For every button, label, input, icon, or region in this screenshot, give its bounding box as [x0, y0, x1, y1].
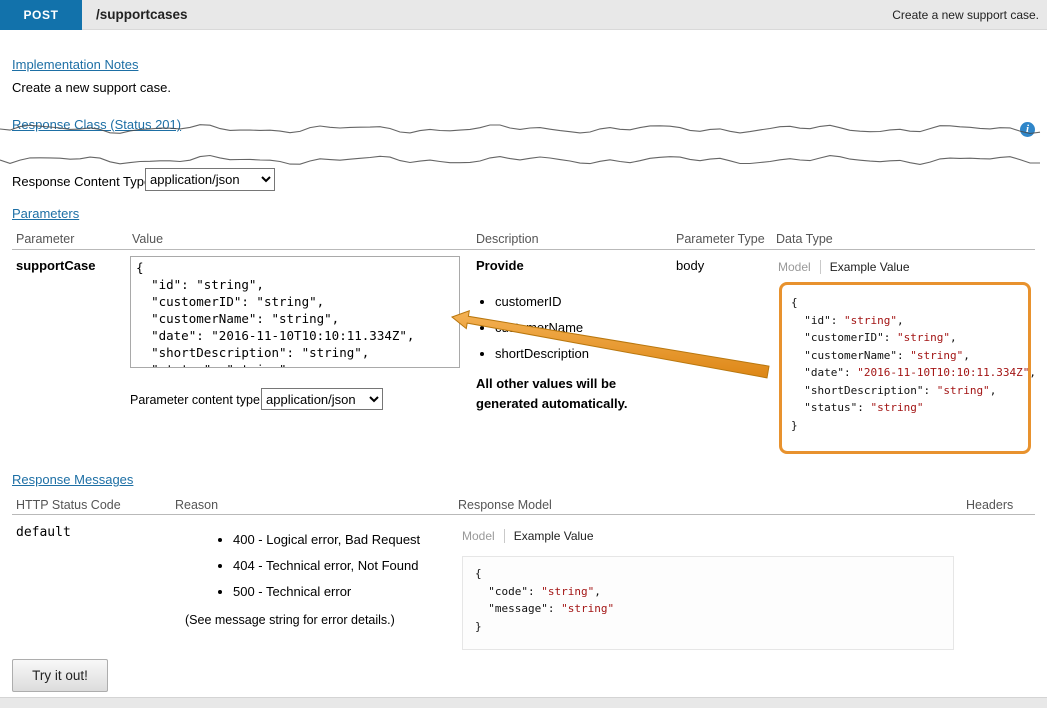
swagger-operation-page: POST /supportcases Create a new support …: [0, 0, 1047, 708]
column-header-http-status-code: HTTP Status Code: [16, 498, 121, 512]
description-note: All other values will be generated autom…: [476, 374, 654, 413]
info-icon[interactable]: i: [1020, 122, 1035, 137]
list-item: 500 - Technical error: [233, 584, 420, 599]
parameter-content-type-select[interactable]: application/json: [261, 388, 383, 410]
implementation-notes-heading[interactable]: Implementation Notes: [12, 57, 138, 72]
list-item: 404 - Technical error, Not Found: [233, 558, 420, 573]
data-type-tabs: ModelExample Value: [778, 260, 910, 274]
response-json-code: { "code": "string", "message": "string" …: [475, 565, 941, 635]
example-json-code: { "id": "string", "customerID": "string"…: [791, 294, 1019, 434]
response-reason-note: (See message string for error details.): [185, 613, 395, 627]
column-header-value: Value: [132, 232, 163, 246]
tab-example-value[interactable]: Example Value: [505, 529, 594, 543]
parameter-content-type-label: Parameter content type:: [130, 393, 263, 407]
torn-edge-line: [0, 156, 1040, 165]
response-messages-heading[interactable]: Response Messages: [12, 472, 133, 487]
responses-header-divider: [12, 514, 1035, 515]
operation-header-bar[interactable]: POST /supportcases Create a new support …: [0, 0, 1047, 30]
response-content-type-label: Response Content Type: [12, 174, 151, 189]
column-header-parameter: Parameter: [16, 232, 74, 246]
response-class-heading[interactable]: Response Class (Status 201): [12, 117, 181, 132]
parameter-value-textarea[interactable]: { "id": "string", "customerID": "string"…: [130, 256, 460, 368]
response-model-tabs: ModelExample Value: [462, 529, 594, 543]
list-item: shortDescription: [495, 346, 589, 361]
column-header-parameter-type: Parameter Type: [676, 232, 765, 246]
response-example-snippet: { "code": "string", "message": "string" …: [462, 556, 954, 650]
endpoint-path-link[interactable]: /supportcases: [96, 0, 188, 30]
description-intro: Provide: [476, 258, 524, 273]
column-header-data-type: Data Type: [776, 232, 833, 246]
list-item: customerName: [495, 320, 589, 335]
description-requirements-list: customerID customerName shortDescription: [480, 294, 589, 372]
footer-bar: [0, 697, 1047, 708]
try-it-out-button[interactable]: Try it out!: [12, 659, 108, 692]
parameters-header-divider: [12, 249, 1035, 250]
list-item: 400 - Logical error, Bad Request: [233, 532, 420, 547]
tab-model[interactable]: Model: [778, 260, 821, 274]
parameter-type-value: body: [676, 258, 704, 273]
implementation-notes-text: Create a new support case.: [12, 80, 171, 95]
list-item: customerID: [495, 294, 589, 309]
response-status-code: default: [16, 525, 71, 540]
example-value-snippet[interactable]: { "id": "string", "customerID": "string"…: [779, 282, 1031, 454]
tab-example-value[interactable]: Example Value: [821, 260, 910, 274]
parameters-heading[interactable]: Parameters: [12, 206, 79, 221]
column-header-description: Description: [476, 232, 539, 246]
column-header-reason: Reason: [175, 498, 218, 512]
tab-model[interactable]: Model: [462, 529, 505, 543]
column-header-headers: Headers: [966, 498, 1013, 512]
response-content-type-select[interactable]: application/json: [145, 168, 275, 191]
column-header-response-model: Response Model: [458, 498, 552, 512]
operation-summary: Create a new support case.: [892, 0, 1039, 30]
response-reasons-list: 400 - Logical error, Bad Request 404 - T…: [218, 532, 420, 610]
http-method-badge[interactable]: POST: [0, 0, 82, 30]
parameter-name: supportCase: [16, 258, 95, 273]
